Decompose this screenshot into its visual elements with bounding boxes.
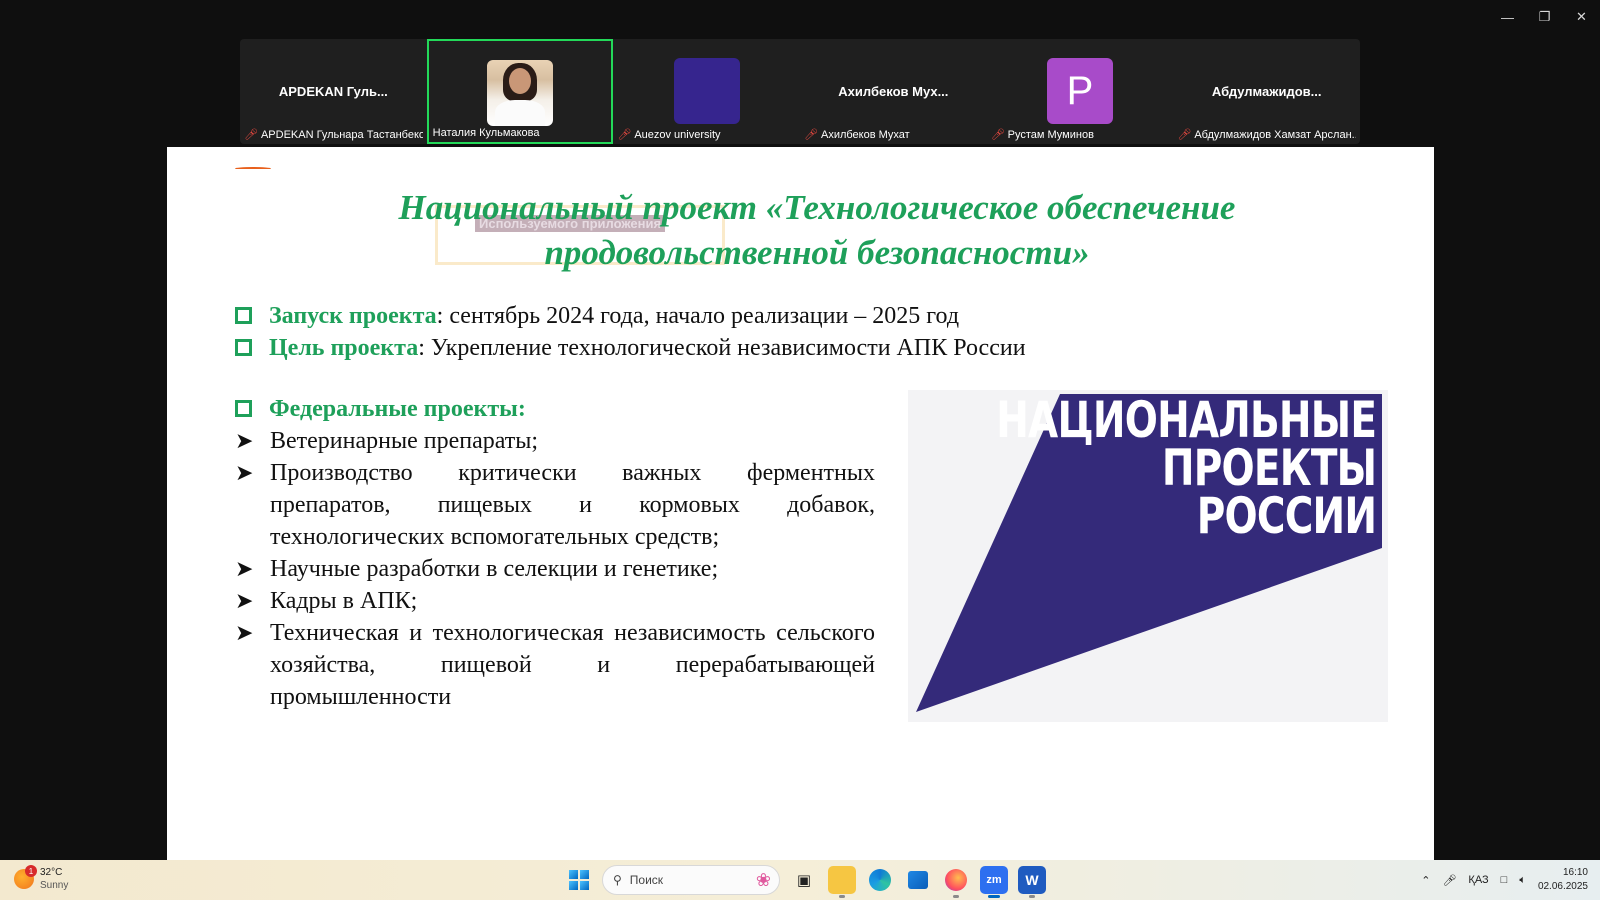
participant-label: Рустам Муминов <box>1007 128 1094 141</box>
participant-tile[interactable]: 🎤︎ Auezov university <box>613 39 800 144</box>
checkbox-bullet-icon <box>235 339 252 356</box>
participant-video-avatar <box>673 58 740 124</box>
goal-text: : Укрепление технологической независимос… <box>418 335 1026 361</box>
participant-strip: APDEKAN Гуль... 🎤︎ APDEKAN Гульнара Таст… <box>240 39 1360 144</box>
slide-title: Национальный проект «Технологическое обе… <box>317 185 1317 275</box>
participant-label: Ахилбеков Мухат <box>820 128 910 141</box>
launch-text: : сентябрь 2024 года, начало реализации … <box>436 303 960 329</box>
participant-label: Auezov university <box>634 128 721 141</box>
arrow-bullet-icon: ➤ <box>235 556 254 581</box>
arrow-bullet-icon: ➤ <box>235 460 254 485</box>
bullet-federal: Федеральные проекты: <box>235 393 875 425</box>
close-icon[interactable]: ✕ <box>1563 0 1600 34</box>
slide-title-line2: продовольственной безопасности» <box>544 233 1090 272</box>
zoom-icon[interactable]: zm <box>980 866 1008 898</box>
windows-start-icon[interactable] <box>566 867 592 893</box>
mic-muted-icon: 🎤︎ <box>804 129 818 141</box>
taskbar-apps: ⚲ Поиск ❀ ▣ zm W <box>566 865 1046 898</box>
federal-item-text: Научные разработки в селекции и генетике… <box>270 556 719 582</box>
participant-display-name: Ахилбеков Мух... <box>838 84 949 99</box>
participant-label: Абдулмажидов Хамзат Арслан... <box>1194 128 1357 141</box>
logo-line1: НАЦИОНАЛЬНЫЕ <box>995 391 1377 449</box>
goal-label: Цель проекта <box>269 335 419 361</box>
federal-item-text: Кадры в АПК; <box>270 588 418 614</box>
checkbox-bullet-icon <box>235 307 252 324</box>
participant-tile[interactable]: P 🎤︎ Рустам Муминов <box>987 39 1174 144</box>
slide-title-line1: Национальный проект «Технологическое обе… <box>398 188 1236 227</box>
mic-muted-icon: 🎤︎ <box>990 129 1005 141</box>
edge-icon[interactable] <box>866 866 894 894</box>
participant-label: Наталия Кульмакова <box>432 127 540 139</box>
firefox-icon[interactable] <box>942 866 970 898</box>
federal-label: Федеральные проекты: <box>269 396 526 422</box>
weather-temperature: 32°C <box>40 867 63 878</box>
chevron-up-icon[interactable]: ⌃ <box>1421 874 1430 887</box>
federal-projects: Федеральные проекты: ➤ Ветеринарные преп… <box>235 393 875 713</box>
logo-text: НАЦИОНАЛЬНЫЕ ПРОЕКТЫ РОССИИ <box>995 391 1377 545</box>
minimize-icon[interactable]: — <box>1489 0 1526 34</box>
clock-date: 02.06.2025 <box>1537 881 1588 892</box>
participant-display-name: Абдулмажидов... <box>1211 84 1322 99</box>
national-projects-logo: НАЦИОНАЛЬНЫЕ ПРОЕКТЫ РОССИИ <box>908 390 1388 722</box>
list-item: ➤ Ветеринарные препараты; <box>235 425 875 457</box>
federal-item-text: Производство критически важных ферментны… <box>270 460 875 550</box>
mic-muted-icon: 🎤︎ <box>1177 129 1192 141</box>
participant-tile[interactable]: APDEKAN Гуль... 🎤︎ APDEKAN Гульнара Таст… <box>240 39 427 144</box>
search-highlight-icon: ❀ <box>755 870 771 890</box>
window-controls: — ❐ ✕ <box>1489 0 1600 34</box>
sun-icon: 1 <box>14 865 37 889</box>
participant-tile-active[interactable]: Наталия Кульмакова <box>426 39 614 144</box>
participant-tile[interactable]: Ахилбеков Мух... 🎤︎ Ахилбеков Мухат <box>800 39 987 144</box>
participant-display-name: APDEKAN Гуль... <box>278 84 388 99</box>
logo-line3: РОССИИ <box>1196 487 1376 545</box>
file-explorer-icon[interactable] <box>828 866 856 898</box>
microphone-icon[interactable]: 🎤︎ <box>1442 874 1456 887</box>
checkbox-bullet-icon <box>235 400 252 417</box>
participant-label: APDEKAN Гульнара Тастанбеко... <box>260 128 423 141</box>
search-box[interactable]: ⚲ Поиск ❀ <box>602 865 780 895</box>
logo-line2: ПРОЕКТЫ <box>1161 439 1377 497</box>
search-placeholder: Поиск <box>629 873 664 887</box>
clock-time: 16:10 <box>1562 867 1588 878</box>
shared-slide: Используемого приложения Национальный пр… <box>167 147 1434 860</box>
participant-letter-avatar: P <box>1047 58 1114 124</box>
mic-muted-icon: 🎤︎ <box>617 129 632 141</box>
bullet-goal: Цель проекта: Укрепление технологической… <box>235 332 1135 364</box>
list-item: ➤ Кадры в АПК; <box>235 585 875 617</box>
arrow-bullet-icon: ➤ <box>235 620 254 645</box>
store-icon[interactable] <box>904 866 932 894</box>
weather-widget[interactable]: 1 32°C Sunny <box>14 865 69 892</box>
project-summary: Запуск проекта: сентябрь 2024 года, нача… <box>235 300 1135 364</box>
list-item: ➤ Научные разработки в селекции и генети… <box>235 553 875 585</box>
volume-icon[interactable]: 🔈︎ <box>1519 874 1526 887</box>
mic-muted-icon: 🎤︎ <box>244 129 258 141</box>
language-indicator[interactable]: ҚАЗ <box>1468 874 1488 886</box>
network-icon[interactable]: □ <box>1501 874 1508 886</box>
restore-icon[interactable]: ❐ <box>1526 0 1563 34</box>
task-view-icon[interactable]: ▣ <box>790 866 818 894</box>
search-icon: ⚲ <box>613 873 622 887</box>
weather-description: Sunny <box>40 880 69 891</box>
system-tray: ⌃ 🎤︎ ҚАЗ □ 🔈︎ 16:10 02.06.2025 <box>1421 866 1588 894</box>
clock[interactable]: 16:10 02.06.2025 <box>1538 866 1588 894</box>
federal-item-text: Техническая и технологическая независимо… <box>270 620 875 710</box>
bullet-launch: Запуск проекта: сентябрь 2024 года, нача… <box>235 300 1135 332</box>
slide-accent-line <box>235 167 271 170</box>
list-item: ➤ Техническая и технологическая независи… <box>235 617 875 713</box>
taskbar: 1 32°C Sunny ⚲ Поиск ❀ ▣ zm W ⌃ 🎤︎ ҚАЗ □… <box>0 860 1600 900</box>
launch-label: Запуск проекта <box>269 303 437 329</box>
arrow-bullet-icon: ➤ <box>235 428 254 453</box>
list-item: ➤ Производство критически важных фермент… <box>235 457 875 553</box>
arrow-bullet-icon: ➤ <box>235 588 254 613</box>
word-icon[interactable]: W <box>1018 866 1046 898</box>
federal-item-text: Ветеринарные препараты; <box>270 428 539 454</box>
participant-video-avatar <box>487 60 553 126</box>
participant-tile[interactable]: Абдулмажидов... 🎤︎ Абдулмажидов Хамзат А… <box>1173 39 1360 144</box>
notification-badge: 1 <box>25 865 37 877</box>
